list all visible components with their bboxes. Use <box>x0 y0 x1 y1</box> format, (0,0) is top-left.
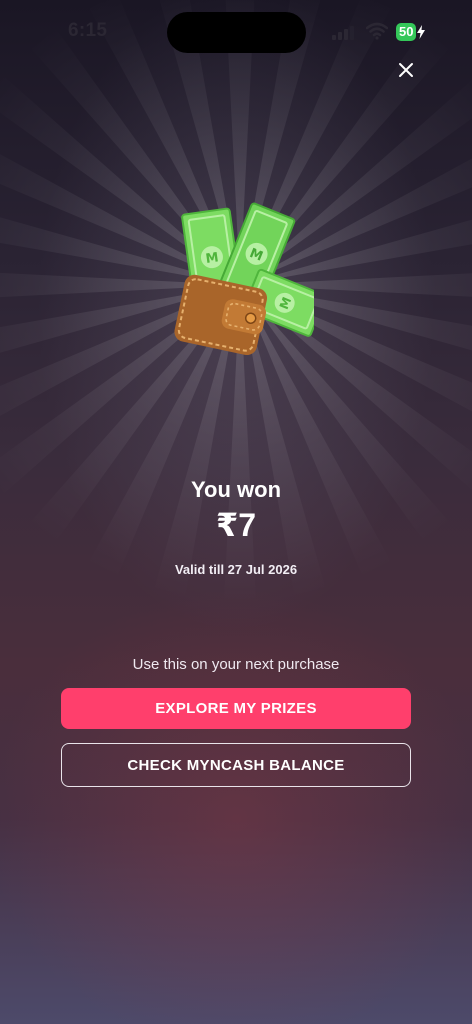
battery-level: 50 <box>396 23 417 41</box>
close-icon <box>399 63 413 77</box>
status-bar: 6:15 50 <box>0 0 472 64</box>
win-title: You won <box>190 477 282 502</box>
check-myncash-balance-button[interactable]: CHECK MYNCASH BALANCE <box>61 743 411 787</box>
win-amount: ₹7 <box>215 507 257 543</box>
wallet-money-icon: M M M <box>174 202 314 356</box>
status-time: 6:15 <box>68 20 108 41</box>
validity-text: Valid till 27 Jul 2026 <box>174 562 298 577</box>
wifi-icon <box>366 22 388 40</box>
cellular-signal-icon <box>332 26 354 40</box>
charging-bolt-icon <box>417 25 426 39</box>
battery-indicator: 50 <box>396 22 426 42</box>
dynamic-island <box>167 12 306 53</box>
close-button[interactable] <box>392 56 420 84</box>
usage-hint: Use this on your next purchase <box>132 656 340 673</box>
svg-text:M: M <box>205 250 220 267</box>
explore-prizes-button[interactable]: EXPLORE MY PRIZES <box>61 688 411 729</box>
